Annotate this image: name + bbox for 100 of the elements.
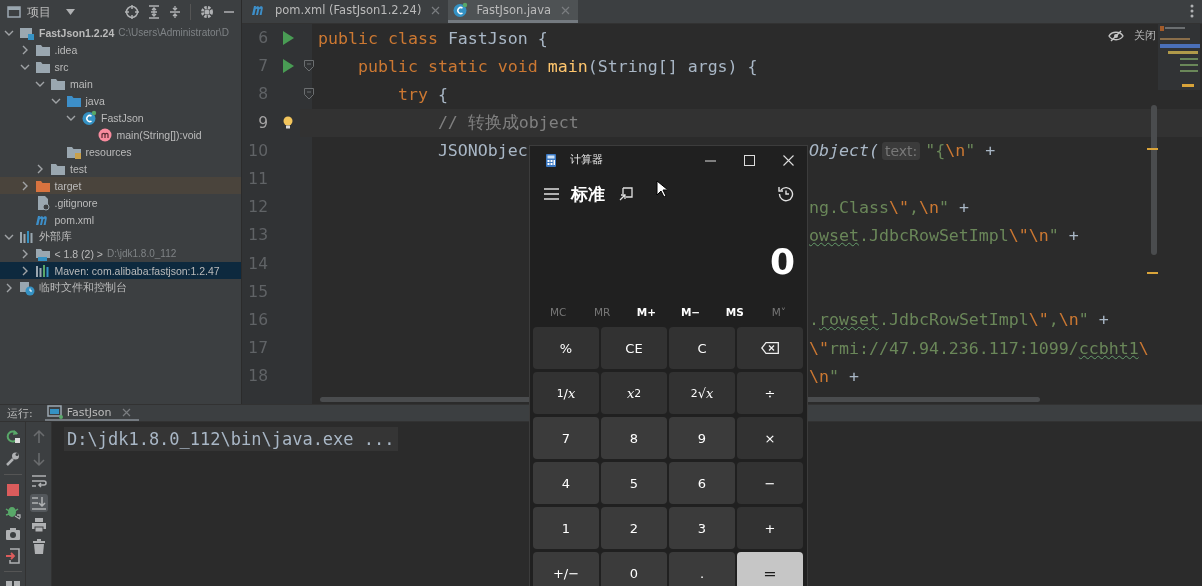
code-text: public class FastJson { xyxy=(318,28,548,48)
chevron-right-icon[interactable] xyxy=(4,282,14,293)
collapse-all-icon[interactable] xyxy=(169,5,181,19)
tree-item[interactable]: FastJson xyxy=(0,109,241,126)
code-text: \"rmi://47.94.236.117:1099/ccbht1\ xyxy=(809,338,1149,358)
bug-icon[interactable] xyxy=(4,504,21,520)
camera-icon[interactable] xyxy=(4,526,21,542)
tree-item[interactable]: main(String[]):void xyxy=(0,126,241,143)
reader-mode-button[interactable]: 关闭 xyxy=(1108,28,1156,43)
calculator-key[interactable]: 5 xyxy=(601,462,667,504)
keep-on-top-icon[interactable] xyxy=(619,187,633,201)
item-label: pom.xml xyxy=(54,213,95,226)
light-bulb-icon[interactable] xyxy=(283,115,293,130)
tree-item[interactable]: .gitignore xyxy=(0,194,241,211)
line-number: 9 xyxy=(257,112,269,134)
calculator-key[interactable]: % xyxy=(533,327,599,369)
tree-item[interactable]: main xyxy=(0,75,241,92)
item-label: target xyxy=(54,179,82,192)
tree-item[interactable]: < 1.8 (2) > D:\jdk1.8.0_112 xyxy=(0,245,241,262)
calculator-key[interactable]: = xyxy=(737,552,803,586)
calculator-key[interactable]: 4 xyxy=(533,462,599,504)
tree-item[interactable]: pom.xml xyxy=(0,211,241,228)
tree-item[interactable]: 临时文件和控制台 xyxy=(0,279,241,296)
code-text: owset.JdbcRowSetImpl\"\n" + xyxy=(809,225,1079,245)
soft-wrap-icon[interactable] xyxy=(30,473,47,489)
tree-item[interactable]: FastJson1.2.24 C:\Users\Administrator\D xyxy=(0,24,241,41)
memory-button[interactable]: M− xyxy=(670,305,711,318)
calculator-key[interactable]: CE xyxy=(601,327,667,369)
calculator-key[interactable]: + xyxy=(737,507,803,549)
scrollbar-thumb[interactable] xyxy=(1151,105,1157,255)
item-label: .idea xyxy=(54,43,78,56)
calculator-key[interactable]: C xyxy=(669,327,735,369)
menu-icon[interactable] xyxy=(544,188,559,200)
calculator-key[interactable]: 6 xyxy=(669,462,735,504)
code-text: \n" + xyxy=(809,366,859,386)
item-label: 临时文件和控制台 xyxy=(39,280,127,295)
tree-item[interactable]: .idea xyxy=(0,41,241,58)
tree-item[interactable]: src xyxy=(0,58,241,75)
calculator-key[interactable]: ÷ xyxy=(737,372,803,414)
item-label: main(String[]):void xyxy=(116,128,202,141)
calculator-key[interactable]: 0 xyxy=(601,552,667,586)
fold-icon[interactable] xyxy=(304,88,314,101)
calculator-key[interactable]: 2 xyxy=(601,507,667,549)
toggle-button[interactable] xyxy=(29,494,48,512)
eye-slash-icon xyxy=(1108,29,1124,42)
locate-icon[interactable] xyxy=(125,5,139,19)
console-icon xyxy=(46,405,63,419)
tree-item[interactable]: test xyxy=(0,160,241,177)
calculator-key[interactable]: . xyxy=(669,552,735,586)
path-hint: C:\Users\Administrator\D xyxy=(118,27,229,38)
calculator-key[interactable]: − xyxy=(737,462,803,504)
library-icon xyxy=(19,228,35,245)
editor-tab[interactable]: pom.xml (FastJson1.2.24) xyxy=(247,0,449,23)
calculator-key[interactable] xyxy=(737,327,803,369)
class-icon xyxy=(81,109,97,126)
calculator-key[interactable]: 7 xyxy=(533,417,599,459)
item-label: .gitignore xyxy=(54,196,98,209)
exit-icon[interactable] xyxy=(4,548,21,564)
run-tab[interactable]: FastJson xyxy=(44,405,139,421)
tree-item[interactable]: java xyxy=(0,92,241,109)
stop-icon[interactable] xyxy=(4,482,21,498)
tree-item[interactable]: target xyxy=(0,177,241,194)
chevron-right-icon[interactable] xyxy=(35,163,45,174)
more-icon[interactable] xyxy=(1190,4,1194,18)
expand-all-icon[interactable] xyxy=(148,5,160,19)
trash-icon[interactable] xyxy=(30,539,47,555)
item-label: resources xyxy=(85,145,132,158)
rerun-icon[interactable] xyxy=(4,429,21,445)
item-label: < 1.8 (2) > xyxy=(54,247,103,260)
code-text: Object( text: "{\n" + xyxy=(809,141,996,161)
mode-title: 标准 xyxy=(571,182,605,206)
tree-item[interactable]: 外部库 xyxy=(0,228,241,245)
calculator-app-icon xyxy=(546,153,556,167)
print-icon[interactable] xyxy=(30,517,47,533)
calculator-key[interactable]: 9 xyxy=(669,417,735,459)
run-icon[interactable] xyxy=(282,59,294,74)
fold-icon[interactable] xyxy=(304,60,314,73)
code-text: try { xyxy=(396,84,448,104)
settings-icon[interactable] xyxy=(200,5,214,19)
memory-button[interactable]: MS xyxy=(714,305,755,318)
calculator-key[interactable]: 8 xyxy=(601,417,667,459)
tree-item[interactable]: resources xyxy=(0,143,241,160)
maximize-icon[interactable] xyxy=(744,154,755,166)
scratch-icon xyxy=(19,279,35,296)
history-icon[interactable] xyxy=(778,186,794,202)
wrench-icon[interactable] xyxy=(4,451,21,467)
console-output: D:\jdk1.8.0_112\bin\java.exe ... xyxy=(64,427,398,451)
run-icon[interactable] xyxy=(282,31,294,46)
memory-button[interactable]: M+ xyxy=(626,305,667,318)
panel-label: 运行: xyxy=(7,405,33,421)
calculator-key[interactable]: × xyxy=(737,417,803,459)
editor-tab[interactable]: FastJson.java xyxy=(448,0,578,23)
calculator-key[interactable]: +/− xyxy=(533,552,599,586)
calculator-key[interactable]: 1 xyxy=(533,507,599,549)
method-icon xyxy=(96,126,113,143)
view-selector[interactable]: 项目 xyxy=(7,3,75,21)
tree-item[interactable]: Maven: com.alibaba:fastjson:1.2.47 xyxy=(0,262,241,279)
mouse-cursor-icon xyxy=(656,180,667,197)
calculator-key[interactable]: 3 xyxy=(669,507,735,549)
code-text: public static void main(String[] args) { xyxy=(356,56,758,76)
